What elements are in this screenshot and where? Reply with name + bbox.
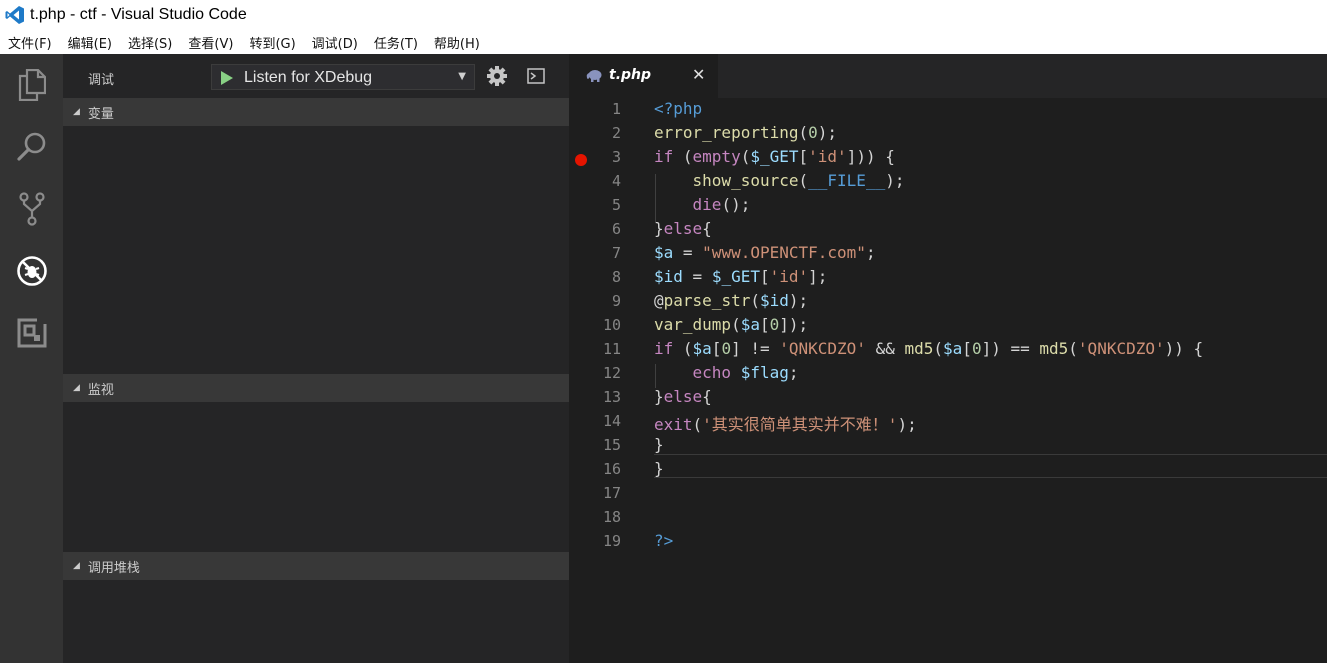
extensions-icon[interactable] (0, 302, 63, 364)
debug-configuration-select[interactable]: Listen for XDebug ▼ (211, 64, 475, 90)
code-line: 12 echo $flag; (569, 362, 1327, 386)
window-title: t.php - ctf - Visual Studio Code (30, 6, 247, 23)
variables-section-header[interactable]: ◢ 变量 (63, 98, 569, 126)
close-icon[interactable]: ✕ (692, 65, 705, 84)
line-code: exit('其实很简单其实并不难！'); (654, 415, 917, 434)
debug-configuration-label: Listen for XDebug (244, 69, 373, 86)
line-number: 1 (611, 100, 621, 118)
source-control-icon[interactable] (0, 178, 63, 240)
code-line: 18 (569, 506, 1327, 530)
call-stack-section-header[interactable]: ◢ 调用堆栈 (63, 552, 569, 580)
variables-section-label: 变量 (87, 106, 114, 122)
code-line: 17 (569, 482, 1327, 506)
triangle-down-icon: ◢ (73, 107, 80, 117)
menu-help[interactable]: 帮助(H) (434, 33, 480, 52)
line-number: 19 (602, 532, 621, 550)
code-line: 3 if (empty($_GET['id'])) { (569, 146, 1327, 170)
line-number: 11 (602, 340, 621, 358)
code-line: 6 }else{ (569, 218, 1327, 242)
watch-section-header[interactable]: ◢ 监视 (63, 374, 569, 402)
editor-tab-bar: t.php ✕ (569, 54, 1327, 98)
debug-toolbar: 调试 Listen for XDebug ▼ (63, 54, 569, 98)
editor-area: t.php ✕ 1 <?php 2 error_reporting(0); 3 … (569, 54, 1327, 663)
line-code: if ($a[0] != 'QNKCDZO' && md5($a[0]) == … (654, 339, 1204, 358)
start-debugging-icon[interactable] (220, 70, 234, 90)
line-number: 8 (611, 268, 621, 286)
line-number: 16 (602, 460, 621, 478)
line-code: $a = "www.OPENCTF.com"; (654, 243, 876, 262)
call-stack-section-label: 调用堆栈 (87, 560, 140, 576)
line-number: 5 (611, 196, 621, 214)
debug-panel-title: 调试 (88, 73, 115, 88)
title-bar: t.php - ctf - Visual Studio Code (0, 0, 1327, 30)
code-line: 11 if ($a[0] != 'QNKCDZO' && md5($a[0]) … (569, 338, 1327, 362)
gear-icon[interactable] (487, 66, 507, 90)
code-line: 10 var_dump($a[0]); (569, 314, 1327, 338)
code-line: 13 }else{ (569, 386, 1327, 410)
line-code: <?php (654, 99, 703, 118)
line-code: }else{ (654, 387, 712, 406)
menu-edit[interactable]: 编辑(E) (68, 33, 112, 52)
line-code: ?> (654, 531, 674, 550)
code-line: 19 ?> (569, 530, 1327, 554)
menu-tasks[interactable]: 任务(T) (374, 33, 418, 52)
line-number: 12 (602, 364, 621, 382)
chevron-down-icon: ▼ (458, 71, 466, 82)
code-line: 16 } (569, 458, 1327, 482)
menu-file[interactable]: 文件(F) (8, 33, 52, 52)
tab-label: t.php (609, 67, 652, 83)
code-line: 2 error_reporting(0); (569, 122, 1327, 146)
debug-icon[interactable] (0, 240, 63, 302)
line-code: } (654, 459, 664, 478)
explorer-icon[interactable] (0, 54, 63, 116)
vscode-logo-icon (0, 0, 30, 30)
line-number: 17 (602, 484, 621, 502)
line-code: } (654, 435, 664, 454)
line-number: 10 (602, 316, 621, 334)
activity-bar (0, 54, 63, 663)
debug-side-panel: 调试 Listen for XDebug ▼ ◢ 变量 ◢ 监视 ◢ 调用堆栈 (63, 54, 569, 663)
line-number: 4 (611, 172, 621, 190)
line-number: 18 (602, 508, 621, 526)
line-code: @parse_str($id); (654, 291, 809, 310)
tab-t-php[interactable]: t.php ✕ (569, 54, 718, 98)
menu-bar: 文件(F) 编辑(E) 选择(S) 查看(V) 转到(G) 调试(D) 任务(T… (0, 30, 1327, 54)
line-code: die(); (692, 195, 751, 214)
line-number: 2 (611, 124, 621, 142)
line-number: 7 (611, 244, 621, 262)
line-code: echo $flag; (692, 363, 799, 382)
watch-section-label: 监视 (87, 382, 114, 398)
line-number: 15 (602, 436, 621, 454)
menu-goto[interactable]: 转到(G) (249, 33, 295, 52)
debug-console-icon[interactable] (527, 68, 545, 88)
code-line: 9 @parse_str($id); (569, 290, 1327, 314)
code-line: 14 exit('其实很简单其实并不难！'); (569, 410, 1327, 434)
line-code: $id = $_GET['id']; (654, 267, 828, 286)
line-code: }else{ (654, 219, 712, 238)
code-line: 5 die(); (569, 194, 1327, 218)
line-number: 9 (611, 292, 621, 310)
line-code: error_reporting(0); (654, 123, 838, 142)
line-number: 3 (611, 148, 621, 166)
triangle-down-icon: ◢ (73, 561, 80, 571)
line-code: show_source(__FILE__); (692, 171, 905, 190)
line-code: var_dump($a[0]); (654, 315, 809, 334)
code-line: 1 <?php (569, 98, 1327, 122)
line-number: 6 (611, 220, 621, 238)
menu-view[interactable]: 查看(V) (188, 33, 233, 52)
code-editor[interactable]: 1 <?php 2 error_reporting(0); 3 if (empt… (569, 98, 1327, 663)
code-line: 7 $a = "www.OPENCTF.com"; (569, 242, 1327, 266)
code-line: 4 show_source(__FILE__); (569, 170, 1327, 194)
menu-selection[interactable]: 选择(S) (128, 33, 172, 52)
menu-debug[interactable]: 调试(D) (312, 33, 358, 52)
search-icon[interactable] (0, 116, 63, 178)
line-number: 13 (602, 388, 621, 406)
triangle-down-icon: ◢ (73, 383, 80, 393)
code-line: 8 $id = $_GET['id']; (569, 266, 1327, 290)
line-code: if (empty($_GET['id'])) { (654, 147, 895, 166)
code-line: 15 } (569, 434, 1327, 458)
line-number: 14 (602, 412, 621, 430)
php-elephant-icon (586, 68, 602, 87)
